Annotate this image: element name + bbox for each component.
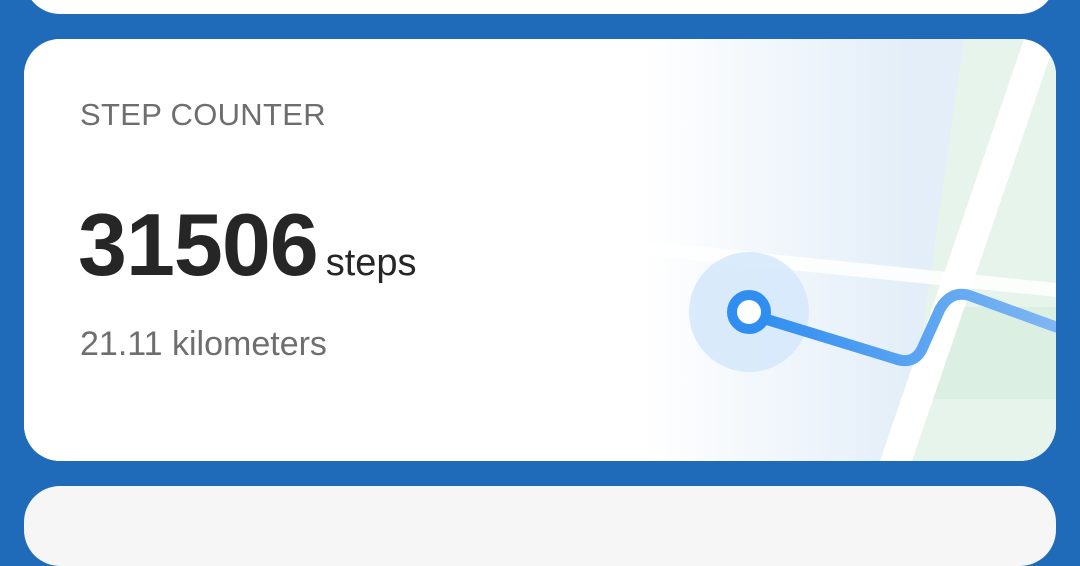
- steps-count: 31506: [78, 195, 319, 294]
- distance-text: 21.11 kilometers: [80, 325, 327, 363]
- route-start-marker: [727, 290, 771, 334]
- next-card[interactable]: [24, 486, 1056, 566]
- card-title: STEP COUNTER: [80, 97, 326, 132]
- previous-card[interactable]: [24, 0, 1056, 14]
- steps-unit: steps: [325, 242, 417, 284]
- steps-row: 31506 steps: [78, 201, 417, 289]
- step-counter-card[interactable]: STEP COUNTER 31506 steps 21.11 kilometer…: [24, 39, 1056, 461]
